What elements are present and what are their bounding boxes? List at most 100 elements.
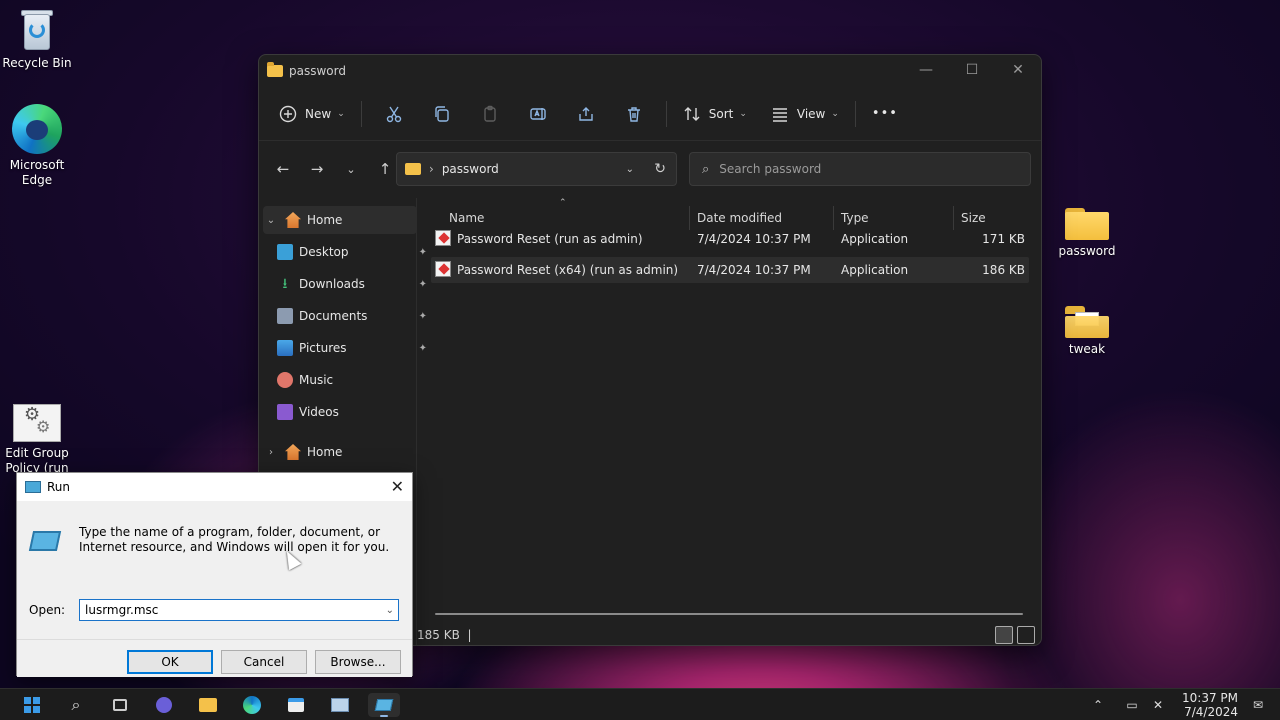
desktop-icon-label: tweak xyxy=(1068,342,1106,356)
cut-button[interactable] xyxy=(378,98,410,130)
forward-button[interactable]: → xyxy=(301,153,333,185)
run-titlebar[interactable]: Run ✕ xyxy=(17,473,412,501)
details-view-button[interactable] xyxy=(995,626,1013,644)
desktop-icon-label: Microsoft Edge xyxy=(9,158,65,187)
view-toggles xyxy=(995,626,1035,644)
table-row[interactable]: Password Reset (run as admin) 7/4/2024 1… xyxy=(431,226,1029,252)
sidebar-item-home[interactable]: ⌄ Home xyxy=(263,206,417,234)
desktop-icon-group-policy[interactable]: Edit Group Policy (run xyxy=(0,404,74,472)
recycle-bin-icon xyxy=(19,8,55,52)
arrow-right-icon: → xyxy=(310,160,324,178)
recent-locations-button[interactable]: ⌄ xyxy=(335,153,367,185)
more-options-button[interactable]: ••• xyxy=(864,98,906,130)
delete-button[interactable] xyxy=(618,98,650,130)
chevron-right-icon[interactable]: › xyxy=(263,447,279,458)
file-size: 186 KB xyxy=(982,263,1025,277)
explorer-titlebar[interactable]: password — ☐ ✕ xyxy=(259,55,1041,87)
group-policy-icon xyxy=(13,404,61,442)
sidebar-item-music[interactable]: Music xyxy=(277,366,431,394)
open-combobox[interactable]: lusrmgr.msc ⌄ xyxy=(79,599,399,621)
network-icon[interactable]: ▭ xyxy=(1122,698,1142,712)
chevron-up-icon[interactable]: ⌃ xyxy=(1088,698,1108,712)
edge-icon xyxy=(243,696,261,714)
maximize-button[interactable]: ☐ xyxy=(949,55,995,85)
run-icon xyxy=(25,481,41,493)
task-view-button[interactable] xyxy=(104,693,136,717)
close-button[interactable]: ✕ xyxy=(995,55,1041,85)
ok-button[interactable]: OK xyxy=(127,650,213,674)
run-dialog: Run ✕ Type the name of a program, folder… xyxy=(16,472,413,677)
close-button[interactable]: ✕ xyxy=(391,477,404,496)
teams-chat-button[interactable] xyxy=(148,693,180,717)
sidebar-item-downloads[interactable]: ⭳ Downloads ✦ xyxy=(277,270,431,298)
tiles-view-button[interactable] xyxy=(1017,626,1035,644)
copy-icon xyxy=(435,105,449,122)
arrow-left-icon: ← xyxy=(276,160,290,178)
sidebar-item-label: Desktop xyxy=(299,245,349,259)
sidebar-item-label: Downloads xyxy=(299,277,365,291)
taskbar-search-button[interactable]: ⌕ xyxy=(60,693,92,717)
home-icon xyxy=(285,212,301,228)
status-text: 185 KB | xyxy=(417,628,472,642)
file-list: ⌃ Name Date modified Type Size Password … xyxy=(431,198,1031,645)
run-body: Type the name of a program, folder, docu… xyxy=(17,501,412,677)
desktop-icon-tweak-folder[interactable]: tweak xyxy=(1050,304,1124,357)
documents-icon xyxy=(277,308,293,324)
volume-icon[interactable]: ✕ xyxy=(1148,698,1168,712)
file-type: Application xyxy=(841,232,909,246)
open-input-value[interactable]: lusrmgr.msc xyxy=(85,603,158,617)
folder-icon xyxy=(267,62,283,77)
view-button[interactable]: View ⌄ xyxy=(763,98,847,130)
paste-button[interactable] xyxy=(474,98,506,130)
run-taskbar-button[interactable] xyxy=(368,693,400,717)
new-button[interactable]: New ⌄ xyxy=(271,98,353,130)
cancel-button[interactable]: Cancel xyxy=(221,650,307,674)
sidebar-item-documents[interactable]: Documents ✦ xyxy=(277,302,431,330)
status-bar: 185 KB | xyxy=(417,623,1041,645)
sidebar-item-pictures[interactable]: Pictures ✦ xyxy=(277,334,431,362)
plus-circle-icon xyxy=(279,105,297,122)
column-label: Size xyxy=(961,211,986,225)
chevron-down-icon: ⌄ xyxy=(337,108,345,119)
sidebar-item-desktop[interactable]: Desktop ✦ xyxy=(277,238,431,266)
browse-button[interactable]: Browse... xyxy=(315,650,401,674)
windows-logo-icon xyxy=(24,697,40,713)
file-size: 171 KB xyxy=(982,232,1025,246)
minimize-button[interactable]: — xyxy=(903,55,949,85)
chevron-down-icon[interactable]: ⌄ xyxy=(626,164,634,175)
start-button[interactable] xyxy=(16,693,48,717)
breadcrumb-current[interactable]: password xyxy=(442,162,499,176)
file-date: 7/4/2024 10:37 PM xyxy=(697,263,811,277)
chevron-down-icon: ⌄ xyxy=(346,162,356,176)
control-panel-taskbar-button[interactable] xyxy=(324,693,356,717)
desktop-icon-label: Recycle Bin xyxy=(2,56,72,70)
sort-icon xyxy=(684,106,700,121)
sort-button[interactable]: Sort ⌄ xyxy=(675,98,755,130)
clock[interactable]: 10:37 PM 7/4/2024 xyxy=(1182,691,1238,719)
copy-button[interactable] xyxy=(426,98,458,130)
sidebar-item-home-2[interactable]: › Home xyxy=(263,438,417,466)
desktop-icon-password-folder[interactable]: password xyxy=(1050,206,1124,259)
chevron-down-icon[interactable]: ⌄ xyxy=(263,215,279,226)
application-icon xyxy=(435,230,451,246)
store-taskbar-button[interactable] xyxy=(280,693,312,717)
refresh-icon[interactable]: ↻ xyxy=(654,161,666,177)
address-bar[interactable]: › password ⌄ ↻ xyxy=(396,152,677,186)
rename-button[interactable] xyxy=(522,98,554,130)
horizontal-scrollbar[interactable] xyxy=(435,613,1023,615)
chevron-right-icon: › xyxy=(429,162,434,176)
edge-taskbar-button[interactable] xyxy=(236,693,268,717)
desktop-icon-recycle-bin[interactable]: Recycle Bin xyxy=(0,8,74,71)
share-button[interactable] xyxy=(570,98,602,130)
window-title: password xyxy=(289,64,346,78)
table-row[interactable]: Password Reset (x64) (run as admin) 7/4/… xyxy=(431,257,1029,283)
toolbar-divider xyxy=(360,100,362,127)
notification-icon[interactable]: ✉ xyxy=(1248,698,1268,712)
back-button[interactable]: ← xyxy=(267,153,299,185)
search-box[interactable]: ⌕ Search password xyxy=(689,152,1031,186)
sidebar-item-videos[interactable]: Videos xyxy=(277,398,431,426)
chevron-down-icon[interactable]: ⌄ xyxy=(386,605,394,616)
taskbar: ⌕ ⌃ ▭ ✕ 10:37 PM 7/4/2024 ✉ xyxy=(0,688,1280,720)
file-explorer-taskbar-button[interactable] xyxy=(192,693,224,717)
desktop-icon-edge[interactable]: Microsoft Edge xyxy=(0,104,74,188)
